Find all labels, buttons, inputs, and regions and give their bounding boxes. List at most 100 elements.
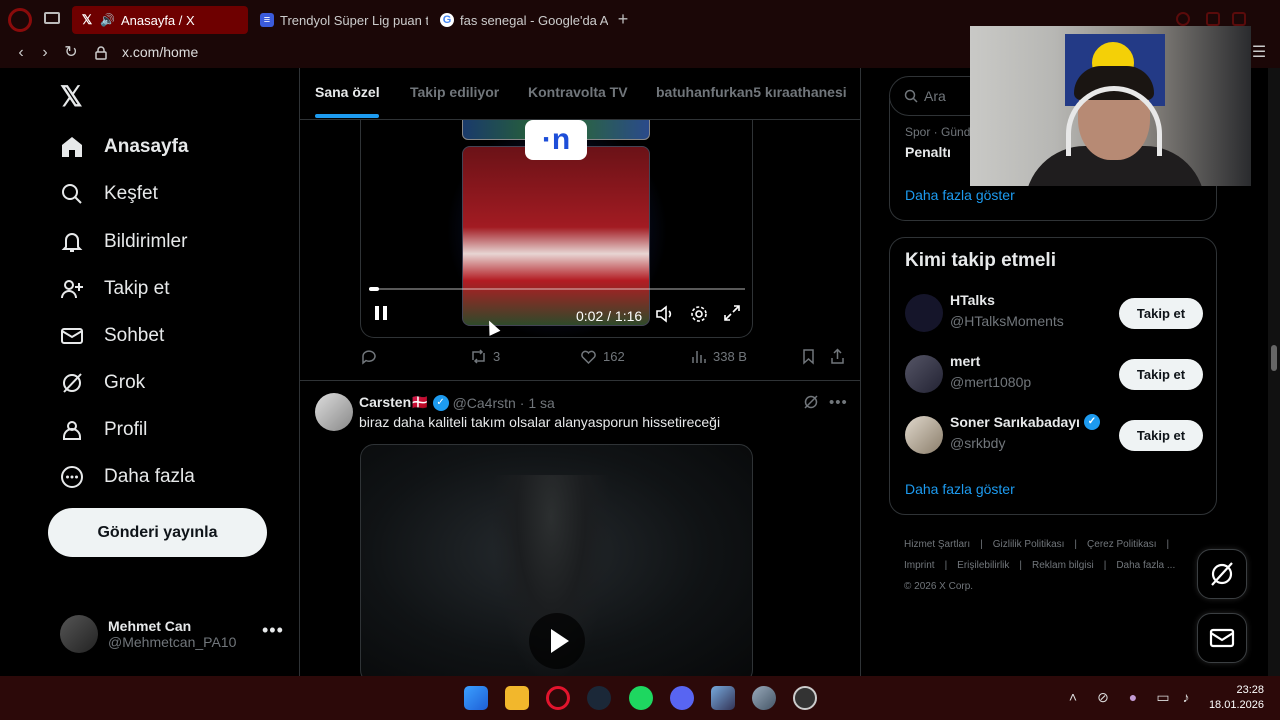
nav-chat[interactable]: Sohbet bbox=[60, 321, 164, 351]
post-button[interactable]: Gönderi yayınla bbox=[48, 508, 267, 557]
app-icon[interactable] bbox=[711, 686, 735, 710]
who-name-text: HTalks bbox=[950, 292, 995, 308]
close-window-icon[interactable] bbox=[1232, 12, 1246, 26]
reload-icon[interactable]: ↻ bbox=[62, 44, 80, 62]
settings-icon[interactable] bbox=[689, 304, 709, 324]
trend-name[interactable]: Penaltı bbox=[905, 144, 951, 160]
tab-trendyol[interactable]: ≡ Trendyol Süper Lig puan t bbox=[252, 6, 428, 34]
microphone-icon[interactable]: ● bbox=[1125, 689, 1141, 705]
nav-notifications[interactable]: Bildirimler bbox=[60, 227, 187, 257]
taskbar: ˄ ⊘ ● ▭ ♪ 23:28 18.01.2026 bbox=[0, 676, 1280, 720]
menu-icon[interactable]: ☰ bbox=[1250, 44, 1268, 62]
nav-home[interactable]: Anasayfa bbox=[60, 132, 189, 162]
speaker-icon[interactable]: ♪ bbox=[1178, 689, 1194, 705]
views-button[interactable]: 338 B bbox=[690, 348, 747, 365]
footer-link[interactable]: Gizlilik Politikası bbox=[993, 539, 1065, 550]
post-header: Carsten🇩🇰 ✓ @Ca4rstn · 1 sa bbox=[359, 394, 555, 411]
author-name[interactable]: Carsten🇩🇰 bbox=[359, 394, 429, 411]
tab-for-you[interactable]: Sana özel bbox=[315, 84, 380, 100]
x-logo-icon[interactable]: 𝕏 bbox=[60, 83, 86, 111]
tab-title: Trendyol Süper Lig puan t bbox=[280, 12, 428, 28]
grok-fab-button[interactable] bbox=[1197, 549, 1247, 599]
trends-show-more[interactable]: Daha fazla göster bbox=[905, 187, 1015, 203]
new-tab-button[interactable]: + bbox=[614, 10, 632, 28]
steam-icon[interactable] bbox=[587, 686, 611, 710]
file-explorer-icon[interactable] bbox=[505, 686, 529, 710]
footer-link[interactable]: Reklam bilgisi bbox=[1032, 560, 1094, 571]
like-button[interactable]: 162 bbox=[580, 348, 625, 365]
chevron-up-icon[interactable]: ˄ bbox=[1065, 689, 1081, 705]
list-item[interactable]: HTalks @HTalksMoments Takip et bbox=[905, 290, 1205, 334]
tab-google[interactable]: G fas senegal - Google'da Ar bbox=[432, 6, 608, 34]
user-name: Mehmet Can bbox=[108, 618, 192, 634]
footer-links: Hizmet Şartları | Gizlilik Politikası | Çere… bbox=[904, 534, 1204, 597]
tab-kontravolta[interactable]: Kontravolta TV bbox=[528, 84, 628, 100]
tab-batuhanfurkan[interactable]: batuhanfurkan5 kıraathanesi bbox=[656, 84, 847, 100]
nav-profile[interactable]: Profil bbox=[60, 415, 147, 445]
list-item[interactable]: Soner Sarıkabadayı ✓ @srkbdy Takip et bbox=[905, 412, 1205, 456]
scrollbar-thumb[interactable] bbox=[1271, 345, 1277, 371]
repost-icon bbox=[472, 349, 485, 364]
grok-icon bbox=[1211, 562, 1233, 586]
share-button[interactable] bbox=[829, 348, 846, 365]
footer-link[interactable]: Imprint bbox=[904, 560, 935, 571]
windows-start-icon[interactable] bbox=[464, 686, 488, 710]
account-switcher[interactable]: Mehmet Can @Mehmetcan_PA10 bbox=[60, 612, 280, 656]
opera-icon[interactable] bbox=[546, 686, 570, 710]
home-icon bbox=[62, 137, 82, 157]
messages-fab-button[interactable] bbox=[1197, 613, 1247, 663]
volume-icon[interactable] bbox=[655, 304, 675, 324]
footer-link[interactable]: Hizmet Şartları bbox=[904, 539, 970, 550]
nav-grok[interactable]: Grok bbox=[60, 368, 145, 398]
post-more-icon[interactable]: ••• bbox=[829, 394, 848, 411]
footer-link[interactable]: Daha fazla ... bbox=[1116, 560, 1175, 571]
nav-more[interactable]: Daha fazla bbox=[60, 462, 195, 492]
video-player[interactable] bbox=[360, 444, 753, 676]
follow-button[interactable]: Takip et bbox=[1119, 359, 1203, 390]
obs-icon[interactable] bbox=[793, 686, 817, 710]
account-more-icon[interactable]: ••• bbox=[262, 620, 284, 641]
tab-snapshot-icon[interactable] bbox=[44, 12, 60, 24]
discord-icon[interactable] bbox=[670, 686, 694, 710]
views-icon bbox=[692, 351, 706, 363]
video-progress-track[interactable] bbox=[369, 288, 745, 290]
author-handle[interactable]: @Ca4rstn bbox=[453, 395, 516, 411]
list-item[interactable]: mert @mert1080p Takip et bbox=[905, 351, 1205, 395]
avatar[interactable] bbox=[315, 393, 353, 431]
tab-following[interactable]: Takip ediliyor bbox=[410, 84, 499, 100]
repost-button[interactable]: 3 bbox=[470, 348, 500, 365]
share-icon bbox=[831, 348, 844, 364]
display-icon[interactable]: ▭ bbox=[1155, 689, 1171, 705]
footer-link[interactable]: Çerez Politikası bbox=[1087, 539, 1156, 550]
grok-icon[interactable] bbox=[803, 394, 819, 410]
pause-icon[interactable] bbox=[373, 304, 389, 322]
nav-explore[interactable]: Keşfet bbox=[60, 179, 158, 209]
page-scrollbar[interactable] bbox=[1268, 68, 1280, 676]
post-age: · 1 sa bbox=[519, 394, 555, 411]
who-show-more[interactable]: Daha fazla göster bbox=[905, 481, 1015, 497]
fullscreen-icon[interactable] bbox=[723, 304, 741, 322]
tab-x-home[interactable]: 𝕏 🔊 Anasayfa / X bbox=[72, 6, 248, 34]
taskbar-clock[interactable]: 23:28 18.01.2026 bbox=[1206, 683, 1264, 713]
nav-label: Sohbet bbox=[104, 325, 165, 346]
search-tabs-icon[interactable] bbox=[1176, 12, 1190, 26]
settings-icon[interactable] bbox=[752, 686, 776, 710]
video-player[interactable]: ·n 0:02 / 1:16 bbox=[360, 120, 753, 338]
nav-follow[interactable]: Takip et bbox=[60, 274, 169, 304]
spotify-icon[interactable] bbox=[629, 686, 653, 710]
network-off-icon[interactable]: ⊘ bbox=[1095, 689, 1111, 705]
bookmark-button[interactable] bbox=[800, 348, 817, 365]
play-icon[interactable] bbox=[529, 613, 585, 669]
footer-link[interactable]: Erişilebilirlik bbox=[957, 560, 1009, 571]
verified-badge-icon: ✓ bbox=[432, 394, 449, 411]
forward-icon[interactable]: › bbox=[36, 44, 54, 62]
follow-button[interactable]: Takip et bbox=[1119, 420, 1203, 451]
minimize-icon[interactable] bbox=[1206, 12, 1220, 26]
video-progress-fill bbox=[369, 287, 379, 291]
search-icon bbox=[62, 184, 82, 204]
reply-button[interactable] bbox=[360, 348, 377, 365]
back-icon[interactable]: ‹ bbox=[12, 44, 30, 62]
opera-menu-icon[interactable] bbox=[8, 8, 32, 32]
follow-button[interactable]: Takip et bbox=[1119, 298, 1203, 329]
url-field[interactable]: x.com/home bbox=[122, 44, 198, 60]
